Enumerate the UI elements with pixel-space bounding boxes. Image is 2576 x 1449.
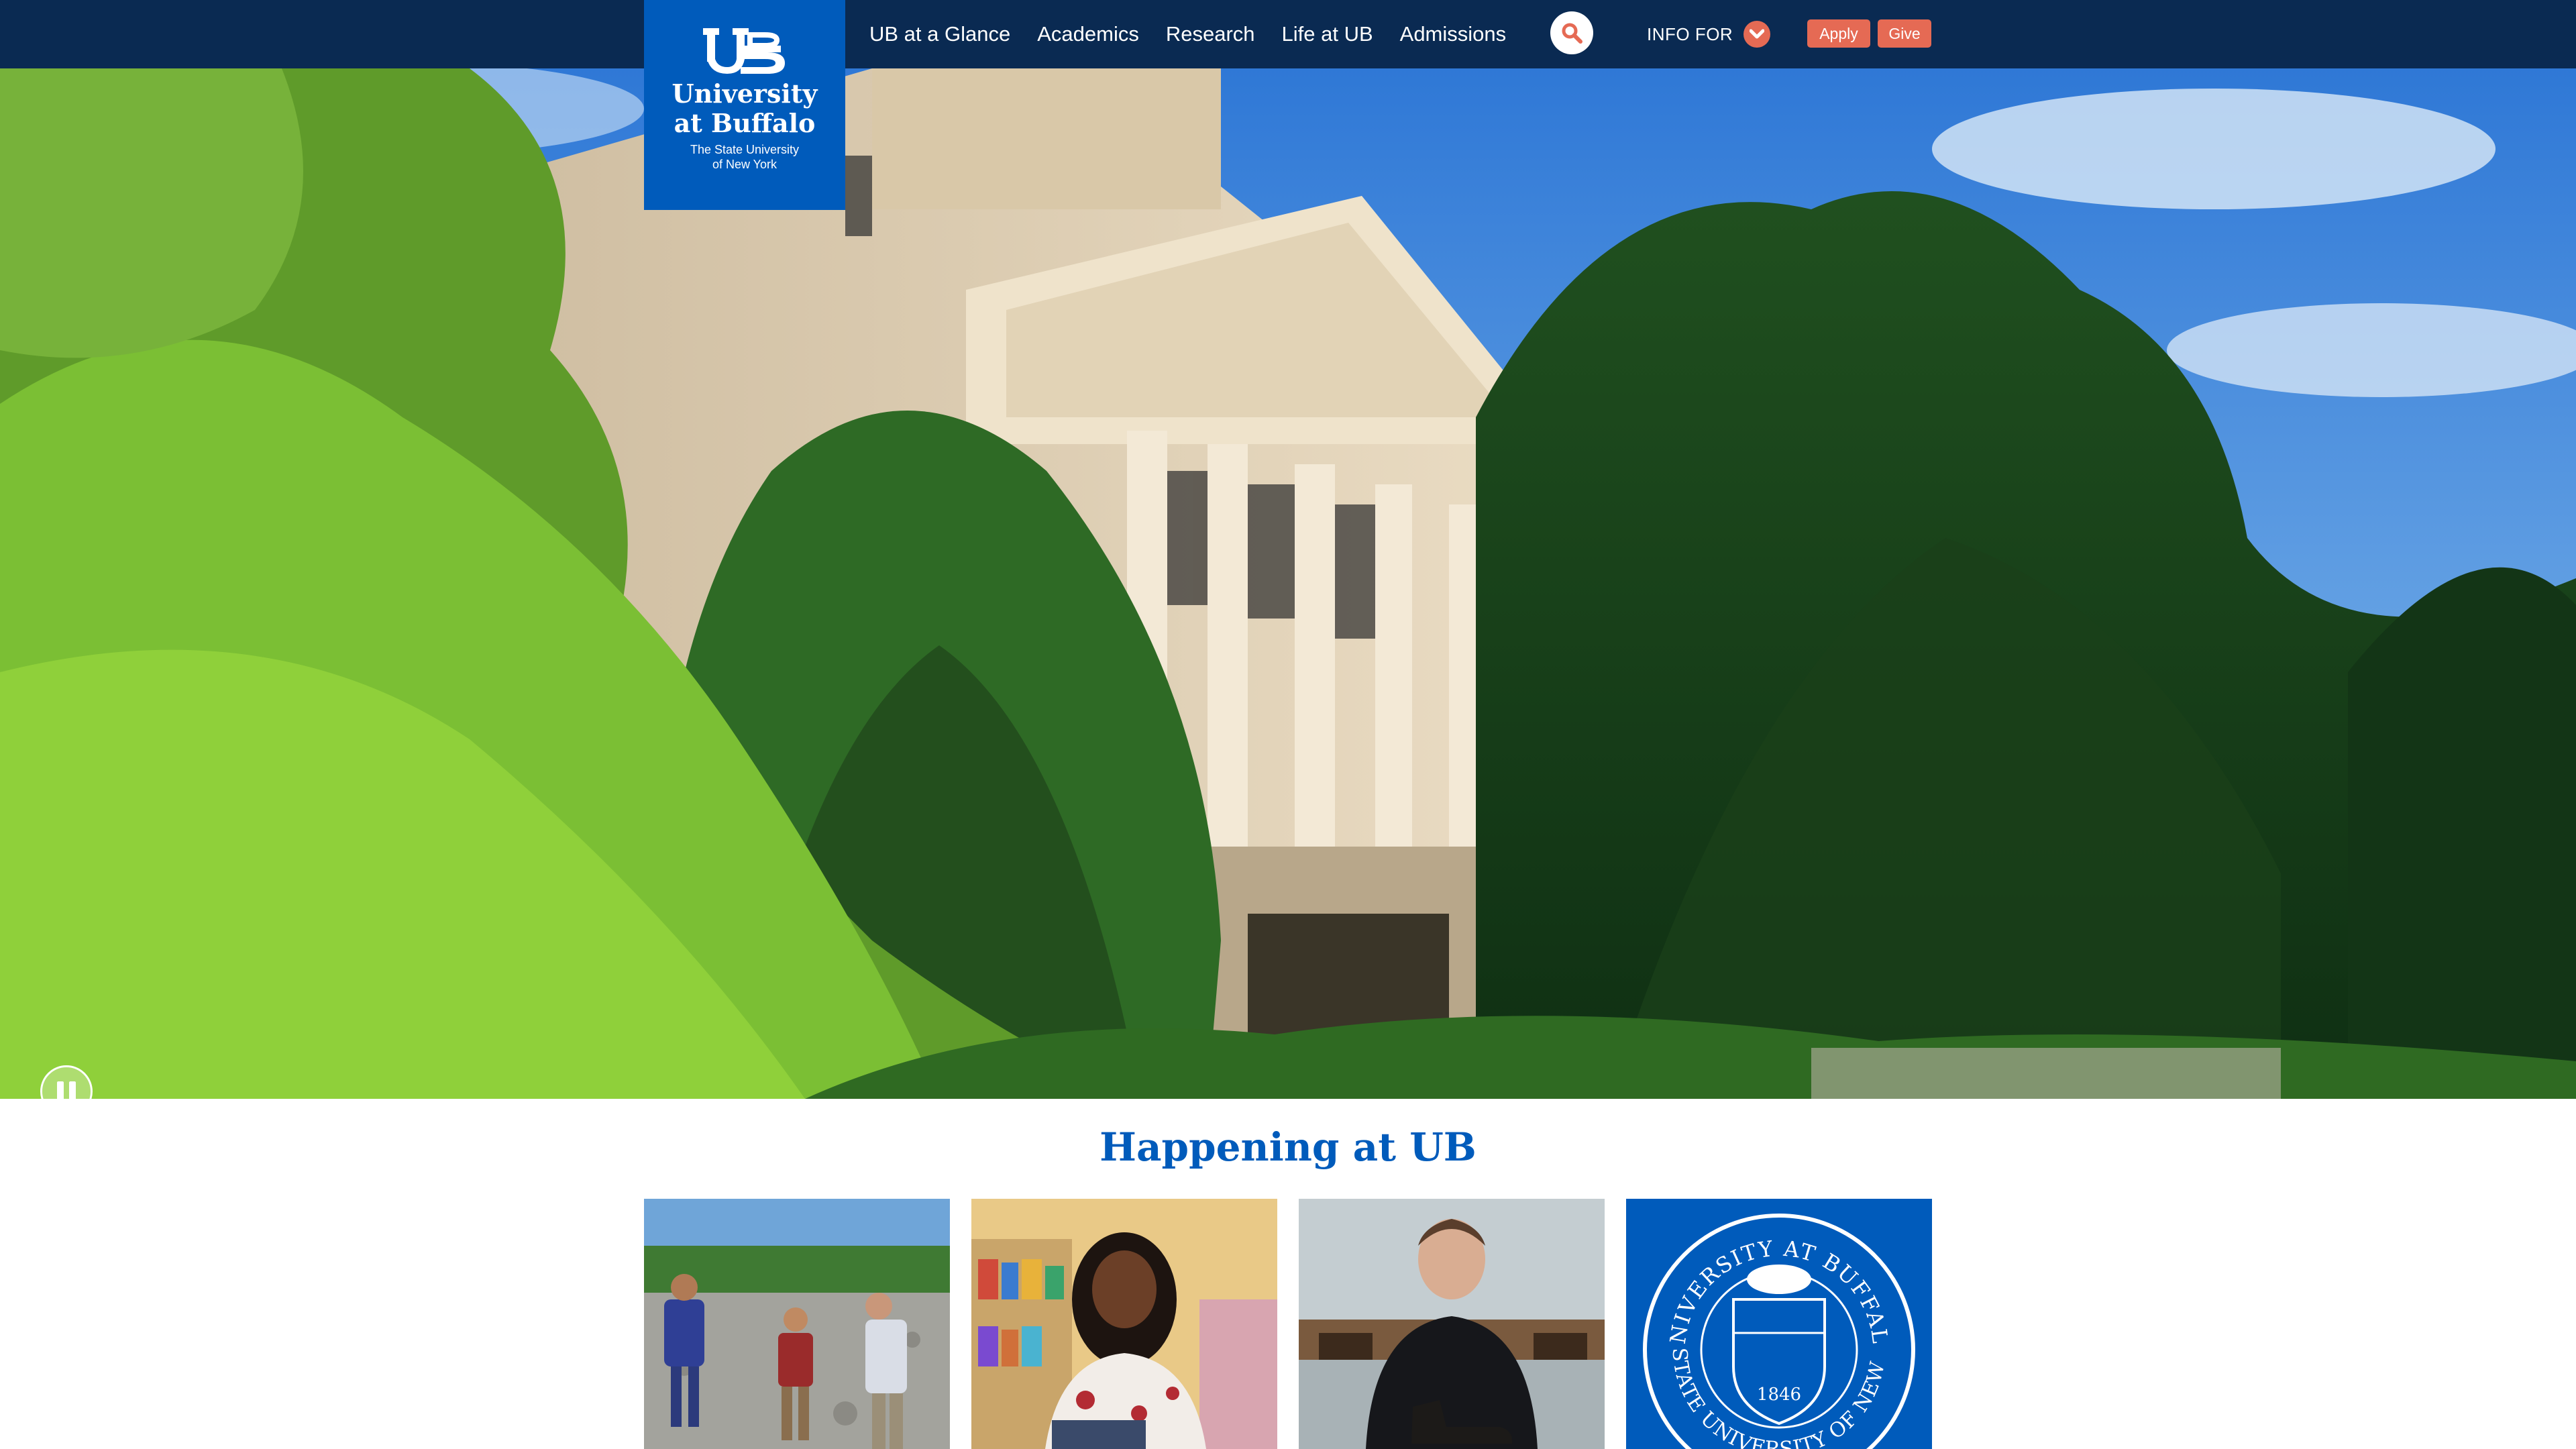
news-card-2[interactable] [971, 1199, 1277, 1449]
bison-icon [1747, 1265, 1811, 1294]
hero-campus-building-image [0, 68, 2576, 1099]
seal-year: 1846 [1757, 1385, 1801, 1405]
apply-button[interactable]: Apply [1807, 19, 1870, 48]
section-title-happening: Happening at UB [1099, 1124, 1477, 1170]
ub-monogram-icon [703, 28, 785, 74]
nav-research[interactable]: Research [1166, 22, 1255, 46]
pause-icon [54, 1081, 78, 1099]
give-button[interactable]: Give [1878, 19, 1931, 48]
news-card-3[interactable] [1299, 1199, 1605, 1449]
logo-wordmark: University at Buffalo [644, 79, 845, 138]
logo-tagline: The State University of New York [644, 142, 845, 172]
info-for-menu[interactable]: INFO FOR [1647, 18, 1771, 50]
ub-seal-image: UNIVERSITY AT BUFFALO THE STATE UNIVERSI… [1626, 1199, 1932, 1449]
main-nav: UB at a Glance Academics Research Life a… [869, 0, 1533, 68]
search-icon [1562, 23, 1582, 44]
hero-media [0, 68, 2576, 1099]
info-for-label: INFO FOR [1647, 23, 1733, 44]
news-card-4[interactable]: UNIVERSITY AT BUFFALO THE STATE UNIVERSI… [1626, 1199, 1932, 1449]
ub-logo-home-link[interactable]: University at Buffalo The State Universi… [644, 0, 845, 210]
nav-life-at-ub[interactable]: Life at UB [1282, 22, 1373, 46]
nav-admissions[interactable]: Admissions [1400, 22, 1507, 46]
news-card-1[interactable] [644, 1199, 950, 1449]
chevron-down-icon [1743, 21, 1771, 48]
logo-tagline-line1: The State University [690, 143, 800, 156]
logo-name-line2: at Buffalo [674, 108, 816, 138]
card-3-image [1299, 1199, 1605, 1449]
nav-academics[interactable]: Academics [1037, 22, 1139, 46]
top-navigation-bar: University at Buffalo The State Universi… [0, 0, 2576, 210]
nav-ub-at-a-glance[interactable]: UB at a Glance [869, 22, 1010, 46]
card-1-image [644, 1199, 950, 1449]
logo-tagline-line2: of New York [712, 158, 777, 171]
logo-name-line1: University [672, 78, 818, 109]
search-button[interactable] [1550, 11, 1593, 54]
card-2-image [971, 1199, 1277, 1449]
